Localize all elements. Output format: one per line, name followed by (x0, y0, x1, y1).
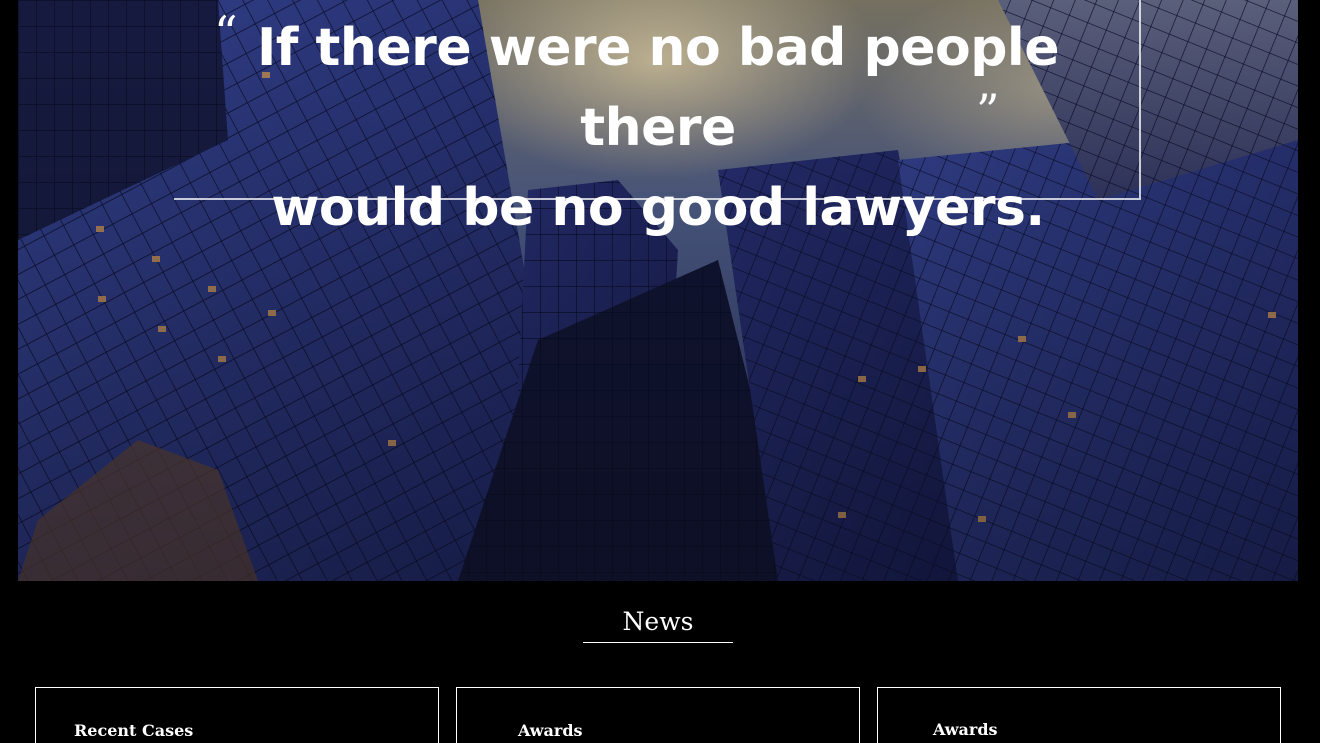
hero-quote: If there were no bad people there would … (218, 8, 1098, 248)
news-card-recent-cases[interactable]: Recent Cases (35, 687, 439, 743)
hero-banner: “ If there were no bad people there woul… (18, 0, 1298, 581)
news-section-title: News (622, 607, 694, 636)
quote-close-mark: ” (976, 84, 1000, 138)
news-card-title[interactable]: Recent Cases (74, 720, 193, 742)
hero-quote-line-1: If there were no bad people there (256, 18, 1060, 158)
news-card-title[interactable]: Awards (518, 720, 583, 742)
news-card-awards[interactable]: Awards (877, 687, 1281, 743)
news-title-underline (583, 642, 733, 643)
hero-quote-line-2: would be no good lawyers. (271, 178, 1045, 238)
news-card-awards[interactable]: Awards (456, 687, 860, 743)
page: “ If there were no bad people there woul… (0, 0, 1320, 743)
news-card-title[interactable]: Awards (933, 719, 998, 741)
